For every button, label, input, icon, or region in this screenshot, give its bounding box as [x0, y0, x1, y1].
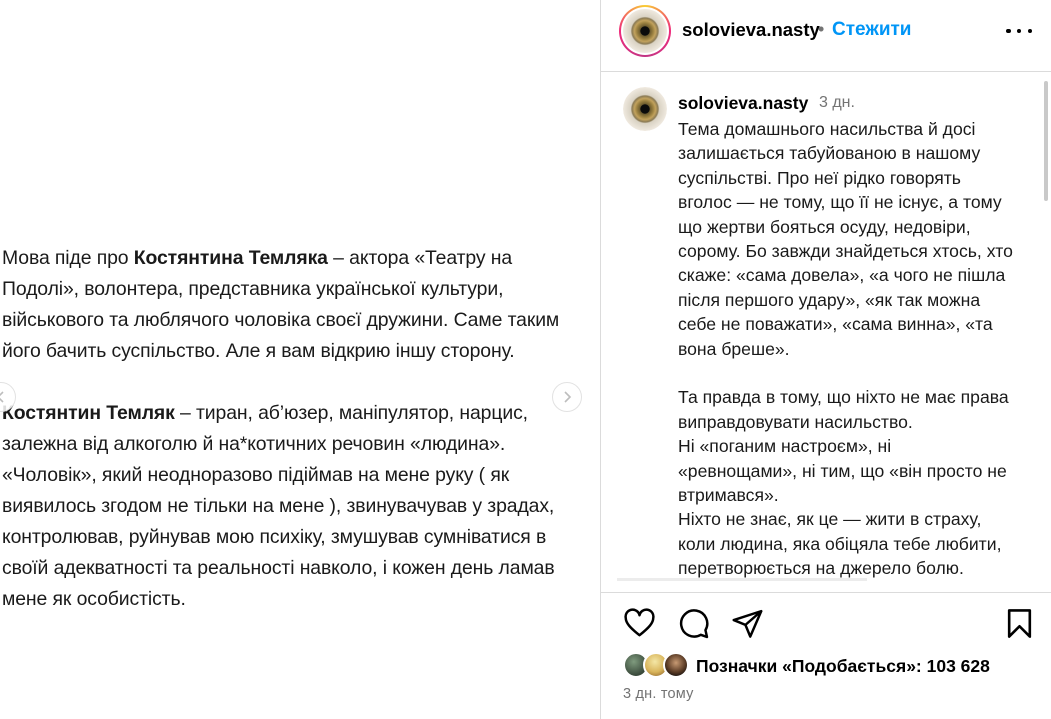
more-options-icon[interactable]	[1006, 22, 1032, 40]
caption-line: після першого удару», «як так можна	[678, 289, 981, 310]
caption-line: що жертви бояться осуду, недовіри,	[678, 216, 971, 237]
save-button[interactable]	[1001, 605, 1037, 641]
likes-count[interactable]: Позначки «Подобається»: 103 628	[696, 656, 990, 677]
divider	[601, 592, 1051, 593]
like-button[interactable]	[621, 605, 657, 641]
caption-timestamp[interactable]: 3 дн.	[819, 94, 855, 112]
chevron-right-icon	[564, 391, 572, 403]
caption-line: сорому. Бо завжди знайдеться хтось, хто	[678, 241, 1013, 262]
liker-avatars[interactable]	[623, 652, 693, 680]
post-header: solovieva.nasty • Стежити	[601, 0, 1051, 72]
heart-icon	[623, 607, 655, 636]
caption-line: Ніхто не знає, як це — жити в страху,	[678, 509, 982, 530]
caption-line: «ревнощами», ні тим, що «він просто не	[678, 460, 1007, 481]
post-text-run: Мова піде про	[2, 247, 134, 269]
follow-button[interactable]: Стежити	[832, 19, 911, 41]
caption-line: вона бреше».	[678, 338, 790, 359]
post-date[interactable]: 3 дн. тому	[623, 686, 694, 702]
caption-author-avatar[interactable]	[623, 87, 667, 131]
next-slide-button[interactable]	[552, 382, 582, 412]
caption-line: суспільстві. Про неї рідко говорять	[678, 167, 961, 188]
caption-line: скаже: «сама довела», «а чого не пішла	[678, 265, 1006, 286]
post-text-bold: Костянтин Темляк	[2, 402, 175, 424]
caption-line: вголос — не тому, що її не існує, а тому	[678, 192, 1002, 213]
comments-section[interactable]: solovieva.nasty 3 дн. Тема домашнього на…	[601, 73, 1051, 583]
share-icon	[732, 609, 762, 638]
caption-line: втримався».	[678, 485, 779, 506]
author-avatar[interactable]	[619, 5, 671, 57]
comments-scrollbar[interactable]	[1044, 81, 1048, 201]
caption-username[interactable]: solovieva.nasty	[678, 93, 808, 114]
caption-line: залишається табуйованою в нашому	[678, 143, 981, 164]
post-paragraph-2: Костянтин Темляк – тиран, аб’юзер, маніп…	[2, 398, 592, 615]
action-bar	[601, 605, 1051, 645]
caption-line: себе не поважати», «сама винна», «та	[678, 314, 993, 335]
avatar-image	[623, 87, 667, 131]
author-username[interactable]: solovieva.nasty	[682, 19, 820, 41]
caption-text: Тема домашнього насильства й досі залишає…	[678, 117, 1043, 581]
share-button[interactable]	[729, 605, 765, 641]
post-sidebar: solovieva.nasty • Стежити solovieva.nast…	[600, 0, 1051, 719]
post-paragraph-1: Мова піде про Костянтина Темляка – актор…	[2, 243, 592, 367]
caption-line: Тема домашнього насильства й досі	[678, 119, 976, 139]
post-media: Мова піде про Костянтина Темляка – актор…	[0, 0, 600, 719]
post-text-bold: Костянтина Темляка	[133, 247, 328, 269]
avatar	[663, 652, 689, 678]
caption-line: Та правда в тому, що ніхто не має права	[678, 387, 1009, 408]
comment-icon	[679, 608, 708, 638]
avatar-image	[623, 9, 667, 53]
caption-line: коли людина, яка обіцяла тебе любити,	[678, 533, 1002, 554]
caption-line: виправдовувати насильство.	[678, 411, 913, 432]
comments-end-divider	[617, 578, 867, 581]
bookmark-icon	[1007, 608, 1031, 638]
post-image-text: Мова піде про Костянтина Темляка – актор…	[2, 243, 592, 615]
comment-button[interactable]	[675, 605, 711, 641]
chevron-left-icon	[0, 391, 4, 403]
likes-row: Позначки «Подобається»: 103 628	[623, 652, 1043, 680]
header-separator: •	[818, 19, 825, 39]
post-text-run: – тиран, аб’юзер, маніпулятор, нарцис, з…	[2, 402, 555, 610]
caption-line: Ні «поганим настроєм», ні	[678, 436, 892, 457]
